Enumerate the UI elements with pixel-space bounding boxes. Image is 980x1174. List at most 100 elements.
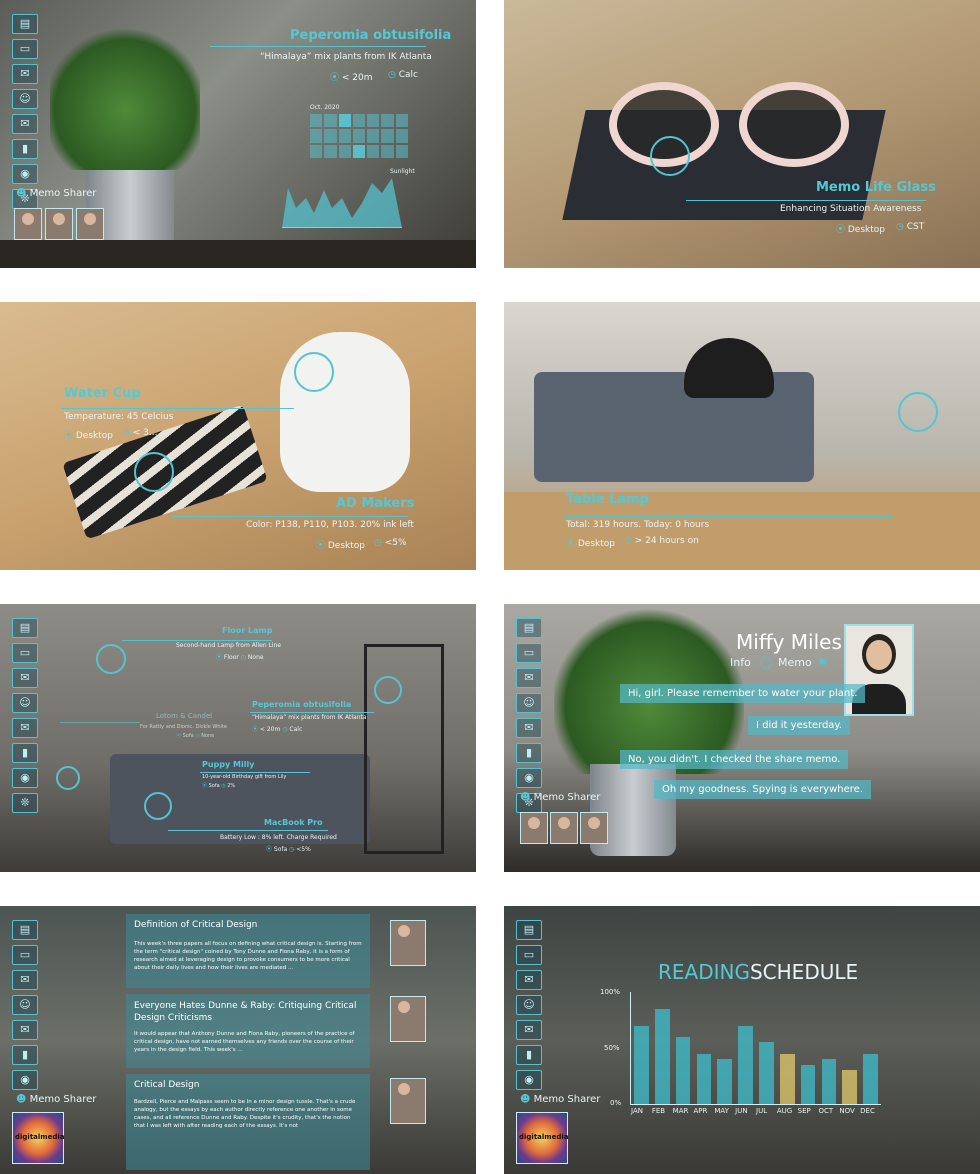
- folder-icon[interactable]: ▭: [516, 643, 542, 663]
- panel-glass: Memo Life Glass Enhancing Situation Awar…: [504, 0, 980, 268]
- macbook-ring: [144, 792, 172, 820]
- memo-sharer-label: ☻ Memo Sharer: [16, 1094, 97, 1105]
- sharer-avatar-2[interactable]: [45, 208, 73, 240]
- sidebar: ▤ ▭ ✉ ☺ ✉ ▮ ◉: [516, 920, 542, 1090]
- chart-icon[interactable]: ▮: [12, 743, 38, 763]
- doc-card-3[interactable]: Critical Design Bardzell, Pierce and Mal…: [126, 1074, 370, 1170]
- sunlight-area-chart: [282, 178, 402, 228]
- mail-icon[interactable]: ✉: [12, 1020, 38, 1040]
- clock-icon: ◷: [896, 222, 907, 232]
- chat-icon[interactable]: ✉: [12, 970, 38, 990]
- markers-meta-location: ⦿ Desktop: [316, 541, 365, 551]
- bar-feb: [654, 1008, 670, 1104]
- chart-title-a: READING: [658, 960, 750, 984]
- sharer-avatar-1[interactable]: [520, 812, 548, 844]
- glass-meta-time: ◷ CST: [896, 222, 925, 232]
- location-pin-icon: ⦿: [64, 431, 76, 441]
- sharer-avatar-2[interactable]: [550, 812, 578, 844]
- doc-author-1[interactable]: [390, 920, 426, 966]
- lamp-line: Total: 319 hours. Today: 0 hours: [566, 520, 710, 530]
- chat-message-2: I did it yesterday.: [748, 716, 851, 735]
- x-tick-may: MAY: [714, 1107, 729, 1115]
- sharer-avatar-1[interactable]: [14, 208, 42, 240]
- room-plant-meta: ⦿ < 20m ◷ Calc: [252, 726, 303, 733]
- y-tick-50: 50%: [604, 1044, 620, 1052]
- doc-card-1[interactable]: Definition of Critical Design This week'…: [126, 914, 370, 988]
- chat-message-1: Hi, girl. Please remember to water your …: [620, 684, 866, 703]
- memo-sharer-label: ☻ Memo Sharer: [520, 1094, 601, 1105]
- chart-icon[interactable]: ▮: [516, 743, 542, 763]
- chat-message-3: No, you didn't. I checked the share memo…: [620, 750, 849, 769]
- eye-icon[interactable]: ◉: [516, 1070, 542, 1090]
- sharer-avatar-3[interactable]: [76, 208, 104, 240]
- notes-icon[interactable]: ▤: [12, 618, 38, 638]
- puppy-line: [200, 772, 310, 773]
- notes-icon[interactable]: ▤: [12, 14, 38, 34]
- people-icon[interactable]: ☺: [12, 693, 38, 713]
- people-icon[interactable]: ☺: [516, 693, 542, 713]
- eye-icon[interactable]: ◉: [12, 164, 38, 184]
- plant-title-underline: [210, 46, 426, 47]
- mail-icon[interactable]: ✉: [516, 718, 542, 738]
- candle-ring: [56, 766, 80, 790]
- doc-card-2-body: It would appear that Anthony Dunne and F…: [134, 1031, 355, 1053]
- room-plant-line: [250, 712, 374, 713]
- mail-icon[interactable]: ✉: [12, 718, 38, 738]
- chart-icon[interactable]: ▮: [12, 139, 38, 159]
- plant-meta-distance: ⦿ < 20m: [330, 73, 373, 83]
- notes-icon[interactable]: ▤: [516, 920, 542, 940]
- bar-jun: [738, 1025, 753, 1104]
- notes-icon[interactable]: ▤: [12, 920, 38, 940]
- eye-icon[interactable]: ◉: [12, 768, 38, 788]
- chart-icon[interactable]: ▮: [516, 1045, 542, 1065]
- panel-lamp: Table Lamp Total: 319 hours. Today: 0 ho…: [504, 302, 980, 570]
- people-icon[interactable]: ☺: [516, 995, 542, 1015]
- chat-icon[interactable]: ✉: [516, 668, 542, 688]
- calendar-grid: [310, 114, 408, 158]
- chart-legend: Sunlight: [390, 168, 415, 175]
- notes-icon[interactable]: ▤: [516, 618, 542, 638]
- chat-icon[interactable]: ✉: [12, 64, 38, 84]
- chat-icon[interactable]: ✉: [12, 668, 38, 688]
- people-icon[interactable]: ☺: [12, 995, 38, 1015]
- lamp-leader-line: [564, 516, 894, 517]
- doc-card-2[interactable]: Everyone Hates Dunne & Raby: Critiquing …: [126, 994, 370, 1068]
- x-tick-jan: JAN: [631, 1107, 643, 1115]
- user-icon: ☻: [16, 1094, 30, 1105]
- x-tick-oct: OCT: [818, 1107, 834, 1115]
- panel-plant: ▤ ▭ ✉ ☺ ✉ ▮ ◉ ❊ Peperomia obtusifolia “H…: [0, 0, 476, 268]
- floor-lamp-title: Floor Lamp: [222, 626, 273, 635]
- floor-lamp-sub: Second-hand Lamp from Allen Line: [176, 642, 282, 649]
- tab-memo[interactable]: Memo: [778, 656, 812, 669]
- signal-icon[interactable]: ❊: [12, 793, 38, 813]
- people-icon[interactable]: ☺: [12, 89, 38, 109]
- folder-icon[interactable]: ▭: [12, 39, 38, 59]
- lamp-shade: [684, 338, 774, 398]
- mail-icon[interactable]: ✉: [516, 1020, 542, 1040]
- bar-dec: [863, 1053, 878, 1104]
- mail-icon[interactable]: ✉: [12, 114, 38, 134]
- tab-info[interactable]: Info: [730, 656, 751, 669]
- chart-icon[interactable]: ▮: [12, 1045, 38, 1065]
- x-tick-nov: NOV: [839, 1107, 855, 1115]
- doc-author-2[interactable]: [390, 996, 426, 1042]
- doc-author-3[interactable]: [390, 1078, 426, 1124]
- sharer-avatar-3[interactable]: [580, 812, 608, 844]
- panel-room: ▤ ▭ ✉ ☺ ✉ ▮ ◉ ❊ Floor Lamp Second-hand L…: [0, 604, 476, 872]
- folder-icon[interactable]: ▭: [12, 643, 38, 663]
- location-pin-icon: ⦿: [316, 541, 328, 551]
- chat-icon[interactable]: ✉: [516, 970, 542, 990]
- folder-icon[interactable]: ▭: [12, 945, 38, 965]
- eye-icon[interactable]: ◉: [516, 768, 542, 788]
- markers-line: Color: P138, P110, P103. 20% ink left: [246, 520, 414, 530]
- plant-title: Peperomia obtusifolia: [290, 28, 452, 43]
- eye-icon[interactable]: ◉: [12, 1070, 38, 1090]
- folder-icon[interactable]: ▭: [516, 945, 542, 965]
- glass-title: Memo Life Glass: [816, 180, 936, 195]
- doc-card-1-title: Definition of Critical Design: [134, 920, 258, 930]
- bar-apr: [696, 1053, 712, 1104]
- glass-subtitle: Enhancing Situation Awareness: [780, 204, 922, 214]
- plant-subtitle: “Himalaya” mix plants from IK Atlanta: [260, 52, 432, 62]
- clock-icon: ◷: [122, 428, 133, 438]
- puppy-title: Puppy Milly: [202, 760, 255, 769]
